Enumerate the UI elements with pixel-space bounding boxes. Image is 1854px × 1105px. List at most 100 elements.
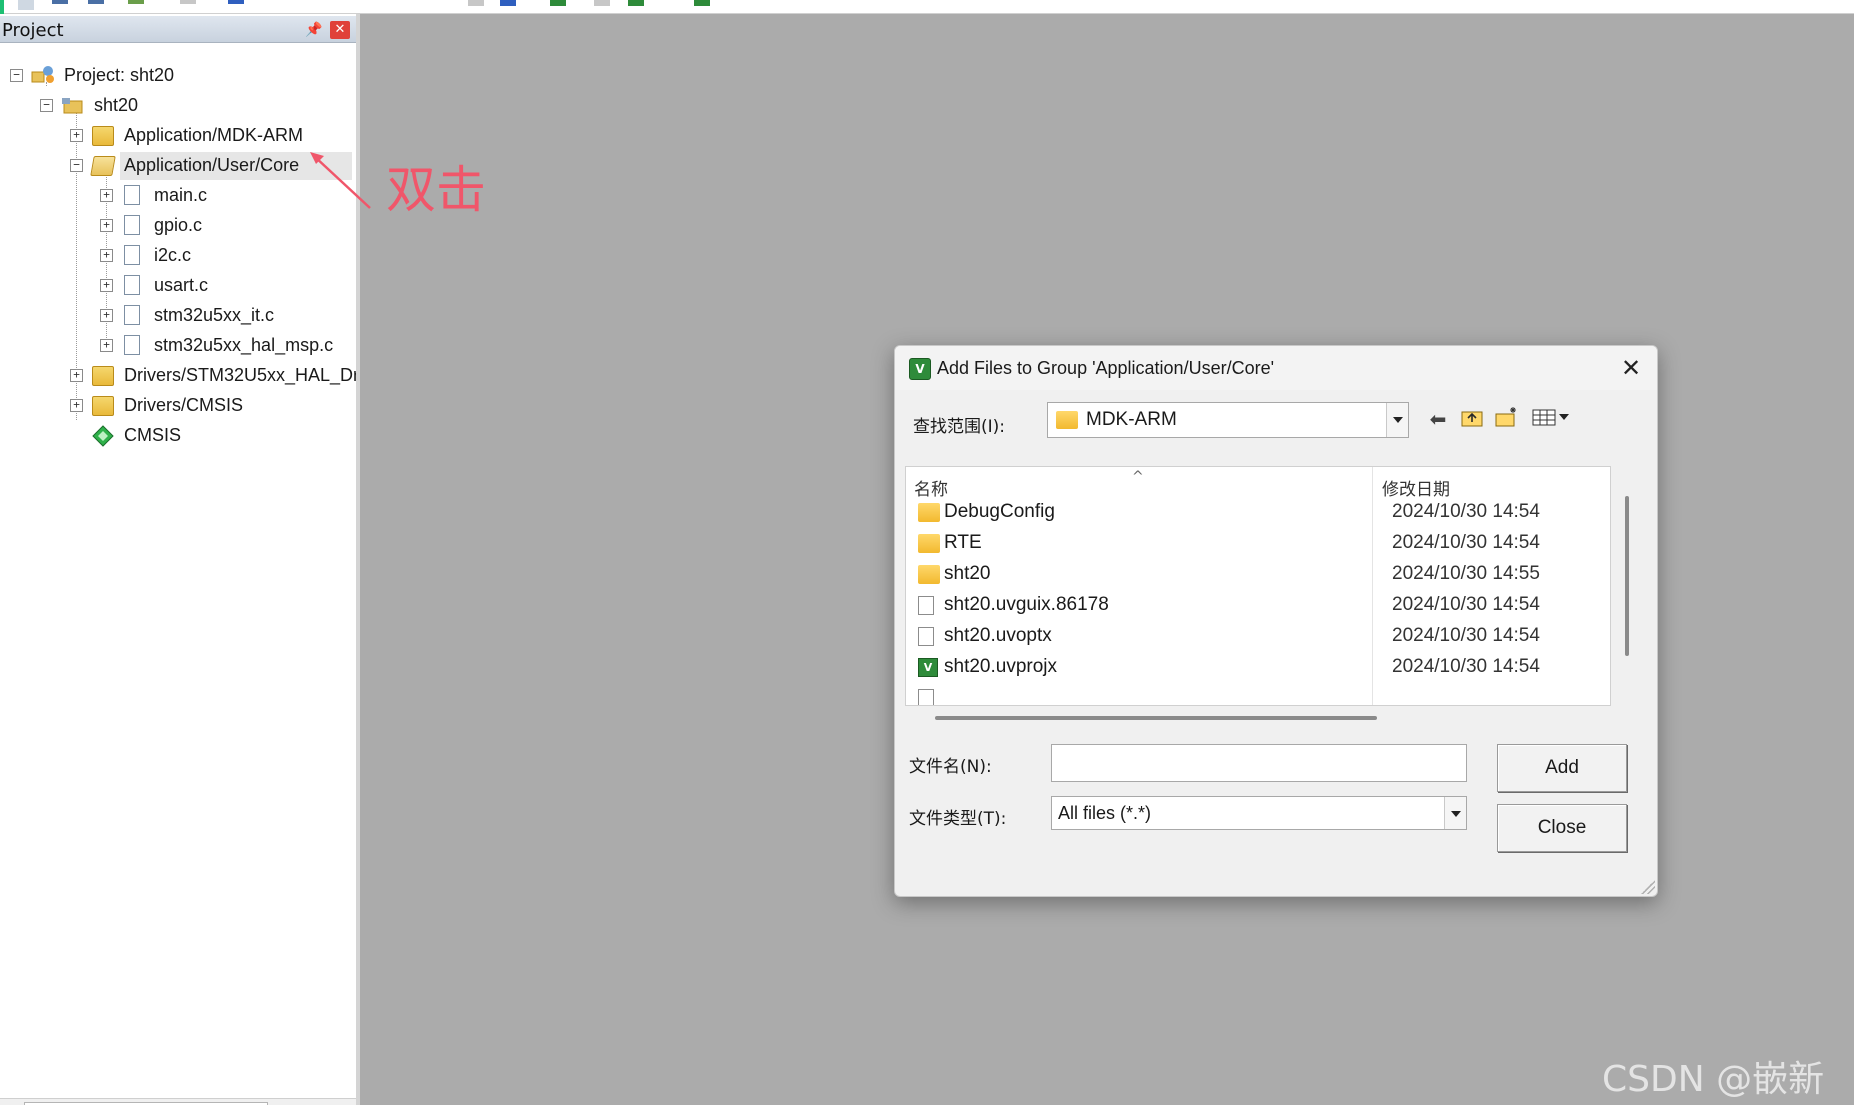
file-date: 2024/10/30 14:54	[1392, 625, 1540, 646]
add-files-dialog: V Add Files to Group 'Application/User/C…	[894, 345, 1658, 897]
dialog-title: Add Files to Group 'Application/User/Cor…	[937, 358, 1275, 378]
tree-root-label: Project: sht20	[64, 65, 175, 85]
resize-grip-icon[interactable]	[1641, 880, 1655, 894]
panel-close-icon[interactable]: ✕	[330, 21, 350, 39]
tree-file[interactable]: + stm32u5xx_it.c	[0, 302, 356, 330]
dialog-close-icon[interactable]: ✕	[1617, 354, 1645, 382]
expand-icon[interactable]: +	[100, 339, 113, 352]
file-icon	[124, 245, 140, 265]
tree-group-cmsis-drivers[interactable]: + Drivers/CMSIS	[0, 392, 356, 420]
watermark: CSDN @嵌新程	[1602, 1059, 1825, 1100]
view-menu-icon[interactable]	[1531, 406, 1573, 432]
expand-icon[interactable]: +	[100, 189, 113, 202]
tree-file-label: i2c.c	[154, 245, 192, 265]
file-type-value: All files (*.*)	[1058, 803, 1152, 823]
tree-file-label: usart.c	[154, 275, 209, 295]
tree-group-mdk-arm[interactable]: + Application/MDK-ARM	[0, 122, 356, 150]
tree-group-label: CMSIS	[124, 425, 182, 445]
file-icon	[918, 689, 934, 705]
panel-title: Project	[2, 20, 64, 41]
close-button[interactable]: Close	[1497, 804, 1627, 852]
file-type-label: 文件类型(T):	[909, 809, 1007, 829]
up-folder-icon[interactable]	[1459, 406, 1485, 432]
file-name: sht20.uvprojx	[944, 656, 1058, 677]
file-name-input[interactable]	[1051, 744, 1467, 782]
file-date: 2024/10/30 14:54	[1392, 656, 1540, 677]
toolbar-icon-8[interactable]	[500, 0, 516, 6]
new-folder-icon[interactable]	[1493, 406, 1519, 432]
file-name: sht20	[944, 563, 991, 584]
file-row[interactable]: DebugConfig 2024/10/30 14:54	[906, 497, 1610, 528]
folder-icon	[918, 565, 940, 584]
tree-cmsis-component[interactable]: CMSIS	[0, 422, 356, 450]
expand-icon[interactable]: +	[100, 309, 113, 322]
toolbar-icon-5[interactable]	[180, 0, 196, 4]
file-list[interactable]: 名称 ^ 修改日期 DebugConfig 2024/10/30 14:54 R…	[905, 466, 1611, 706]
add-button[interactable]: Add	[1497, 744, 1627, 792]
toolbar-icon-11[interactable]	[628, 0, 644, 6]
tree-root[interactable]: − Project: sht20	[0, 62, 356, 90]
file-row[interactable]: sht20 2024/10/30 14:55	[906, 559, 1610, 590]
expand-icon[interactable]: +	[100, 219, 113, 232]
tree-group-hal-driver[interactable]: + Drivers/STM32U5xx_HAL_Dri	[0, 362, 356, 390]
file-type-combo[interactable]: All files (*.*)	[1051, 796, 1467, 830]
active-indicator	[0, 0, 4, 14]
file-icon	[124, 185, 140, 205]
uvision-app-icon: V	[909, 358, 931, 380]
tree-file[interactable]: + stm32u5xx_hal_msp.c	[0, 332, 356, 360]
toolbar-icon-1[interactable]	[18, 0, 34, 10]
file-list-vscroll-thumb[interactable]	[1625, 496, 1629, 656]
tree-file[interactable]: + usart.c	[0, 272, 356, 300]
expand-icon[interactable]: +	[100, 279, 113, 292]
folder-icon	[92, 396, 114, 416]
file-row[interactable]: RTE 2024/10/30 14:54	[906, 528, 1610, 559]
file-date: 2024/10/30 14:54	[1392, 532, 1540, 553]
tree-file-label: stm32u5xx_it.c	[154, 305, 275, 325]
expand-icon[interactable]: +	[100, 249, 113, 262]
file-name: RTE	[944, 532, 982, 553]
file-icon	[918, 596, 934, 615]
tree-group-label: Drivers/STM32U5xx_HAL_Dri	[124, 365, 356, 385]
file-row[interactable]: sht20.uvoptx 2024/10/30 14:54	[906, 621, 1610, 652]
uvision-project-icon: V	[918, 658, 938, 677]
file-list-hscroll-thumb[interactable]	[935, 716, 1377, 720]
target-icon	[60, 95, 86, 115]
toolbar-icon-12[interactable]	[694, 0, 710, 6]
panel-hscrollbar[interactable]: ◀ ▶	[0, 1098, 356, 1105]
toolbar-icon-3[interactable]	[88, 0, 104, 4]
toolbar-icon-2[interactable]	[52, 0, 68, 4]
look-in-combo[interactable]: MDK-ARM	[1047, 402, 1409, 438]
project-icon	[30, 64, 56, 84]
pin-icon[interactable]: 📌	[305, 22, 322, 38]
cmsis-diamond-icon	[92, 425, 114, 447]
back-arrow-icon[interactable]: ⬅	[1425, 406, 1451, 432]
collapse-icon[interactable]: −	[40, 99, 53, 112]
chevron-down-icon[interactable]	[1444, 797, 1466, 829]
scroll-left-icon[interactable]: ◀	[2, 1101, 20, 1105]
file-row[interactable]: sht20.uvguix.86178 2024/10/30 14:54	[906, 590, 1610, 621]
folder-icon	[1056, 411, 1078, 429]
scroll-right-icon[interactable]: ▶	[336, 1101, 354, 1105]
tree-target[interactable]: − sht20	[0, 92, 356, 120]
chevron-down-icon[interactable]	[1386, 403, 1408, 437]
file-row-partial[interactable]	[906, 683, 1610, 705]
collapse-icon[interactable]: −	[10, 69, 23, 82]
expand-icon[interactable]: +	[70, 129, 83, 142]
annotation-arrow-icon	[310, 152, 371, 209]
toolbar-icon-4[interactable]	[128, 0, 144, 4]
main-toolbar	[0, 0, 1854, 14]
file-date: 2024/10/30 14:54	[1392, 594, 1540, 615]
expand-icon[interactable]: +	[70, 399, 83, 412]
expand-icon[interactable]: +	[70, 369, 83, 382]
toolbar-icon-10[interactable]	[594, 0, 610, 6]
toolbar-icon-6[interactable]	[228, 0, 244, 4]
file-icon	[124, 275, 140, 295]
collapse-icon[interactable]: −	[70, 159, 83, 172]
tree-file[interactable]: + i2c.c	[0, 242, 356, 270]
panel-header: Project 📌 ✕	[0, 16, 356, 43]
file-row[interactable]: V sht20.uvprojx 2024/10/30 14:54	[906, 652, 1610, 683]
file-date: 2024/10/30 14:55	[1392, 563, 1540, 584]
toolbar-icon-9[interactable]	[550, 0, 566, 6]
toolbar-icon-7[interactable]	[468, 0, 484, 6]
dialog-titlebar[interactable]: V Add Files to Group 'Application/User/C…	[895, 346, 1657, 390]
